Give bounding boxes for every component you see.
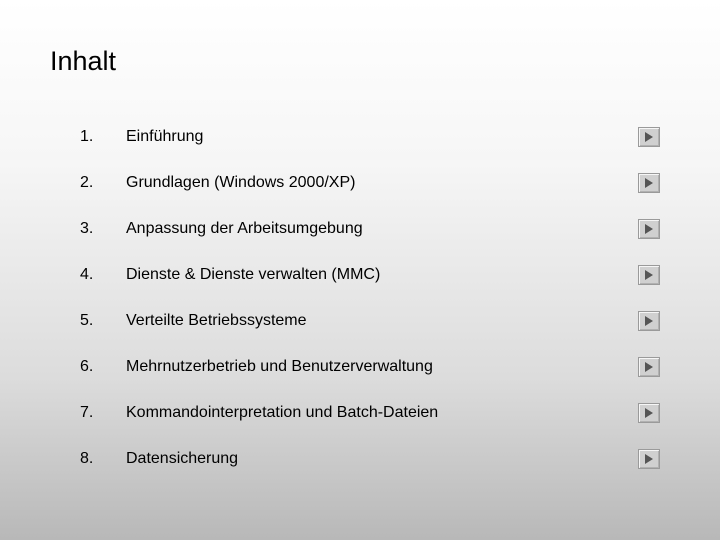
play-icon: [644, 224, 654, 234]
toc-label: Anpassung der Arbeitsumgebung: [126, 220, 628, 238]
play-button[interactable]: [638, 311, 660, 331]
play-button[interactable]: [638, 127, 660, 147]
toc-label: Verteilte Betriebssysteme: [126, 312, 628, 330]
play-button[interactable]: [638, 265, 660, 285]
play-button[interactable]: [638, 449, 660, 469]
toc-row: 8.Datensicherung: [80, 449, 660, 469]
toc-row: 7.Kommandointerpretation und Batch-Datei…: [80, 403, 660, 423]
toc-row: 5.Verteilte Betriebssysteme: [80, 311, 660, 331]
toc-label: Kommandointerpretation und Batch-Dateien: [126, 404, 628, 422]
play-button[interactable]: [638, 403, 660, 423]
play-button[interactable]: [638, 219, 660, 239]
play-icon: [644, 316, 654, 326]
toc-row: 1.Einführung: [80, 127, 660, 147]
toc-label: Mehrnutzerbetrieb und Benutzerverwaltung: [126, 358, 628, 376]
play-icon: [644, 454, 654, 464]
toc-number: 7.: [80, 404, 126, 422]
play-icon: [644, 362, 654, 372]
toc-number: 4.: [80, 266, 126, 284]
toc-number: 1.: [80, 128, 126, 146]
page-title: Inhalt: [50, 46, 670, 77]
toc-label: Einführung: [126, 128, 628, 146]
play-icon: [644, 408, 654, 418]
play-button[interactable]: [638, 357, 660, 377]
toc-label: Grundlagen (Windows 2000/XP): [126, 174, 628, 192]
toc-number: 2.: [80, 174, 126, 192]
toc-number: 6.: [80, 358, 126, 376]
play-icon: [644, 270, 654, 280]
toc-row: 3.Anpassung der Arbeitsumgebung: [80, 219, 660, 239]
slide: Inhalt 1.Einführung 2.Grundlagen (Windows…: [0, 0, 720, 540]
toc-label: Datensicherung: [126, 450, 628, 468]
toc-number: 8.: [80, 450, 126, 468]
toc-row: 2.Grundlagen (Windows 2000/XP): [80, 173, 660, 193]
table-of-contents: 1.Einführung 2.Grundlagen (Windows 2000/X…: [80, 127, 660, 469]
toc-number: 5.: [80, 312, 126, 330]
toc-row: 4.Dienste & Dienste verwalten (MMC): [80, 265, 660, 285]
play-icon: [644, 132, 654, 142]
play-icon: [644, 178, 654, 188]
toc-label: Dienste & Dienste verwalten (MMC): [126, 266, 628, 284]
toc-number: 3.: [80, 220, 126, 238]
play-button[interactable]: [638, 173, 660, 193]
toc-row: 6.Mehrnutzerbetrieb und Benutzerverwaltu…: [80, 357, 660, 377]
